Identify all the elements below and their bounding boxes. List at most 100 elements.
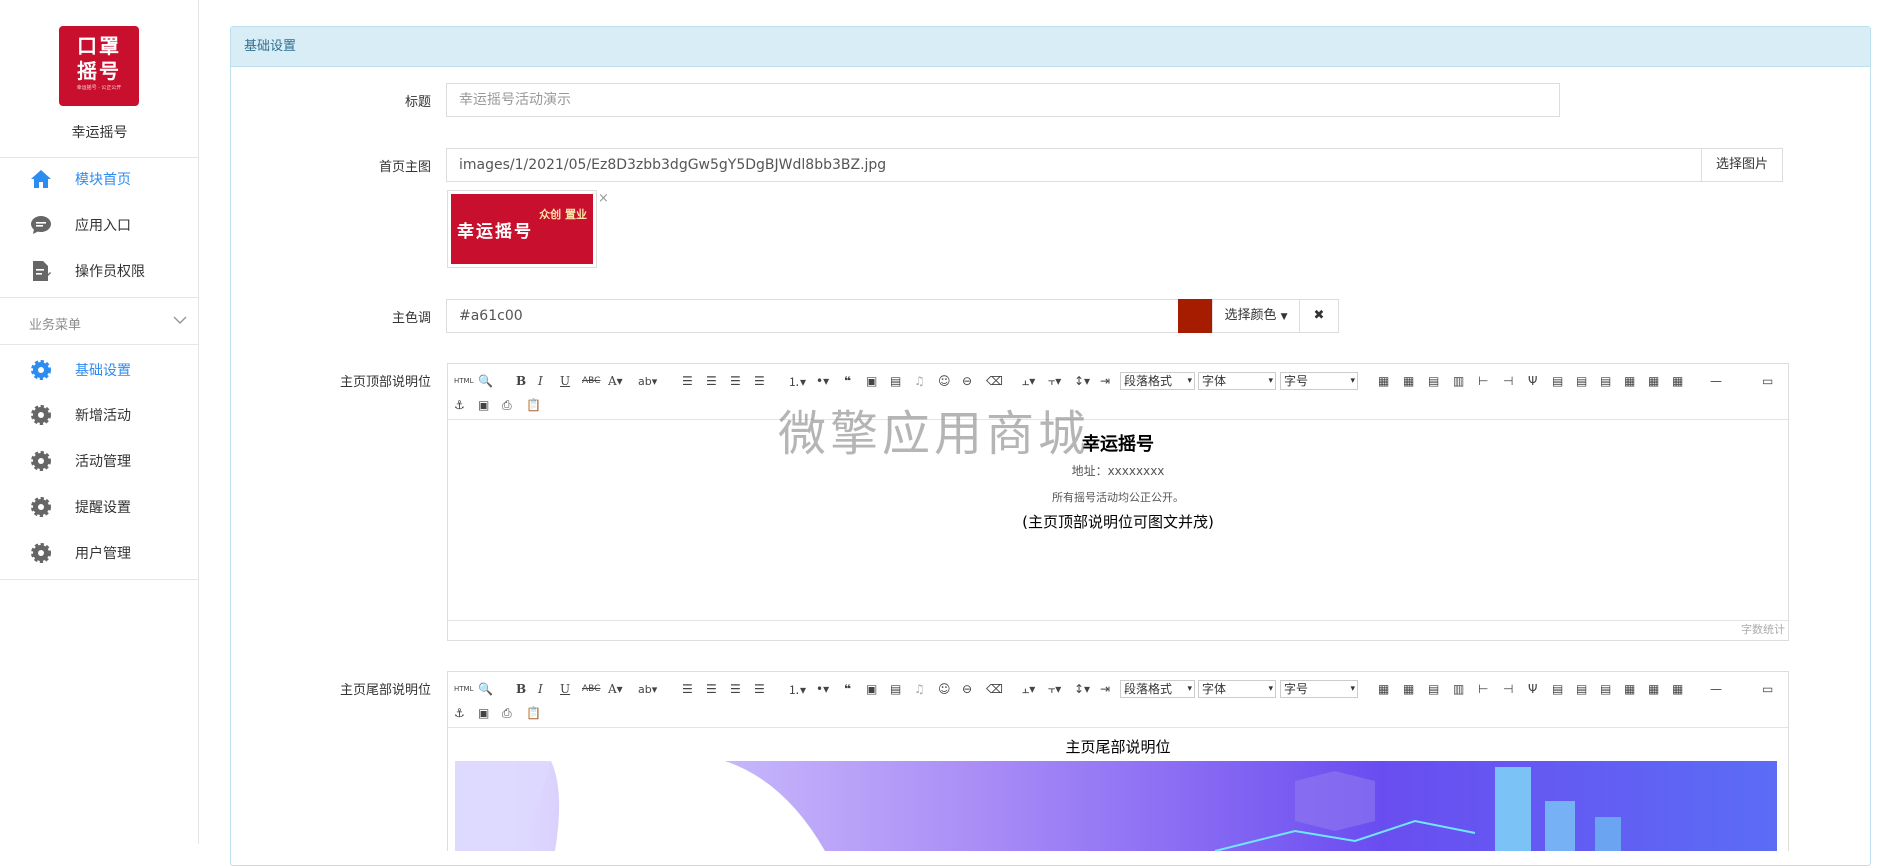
horizontal-rule-icon[interactable]: — <box>1710 679 1722 699</box>
bottom-description-editor[interactable]: HTML 🔍 B I U ABC A▾ ab▾ ☰ ☰ ☰ ☰ ⒈▾ •▾ ❝ … <box>447 671 1789 851</box>
top-description-editor[interactable]: HTML 🔍 B I U ABC A▾ ab▾ ☰ ☰ ☰ ☰ ⒈▾ •▾ ❝ … <box>447 363 1789 641</box>
row-spacing-top-icon[interactable]: ⫠▾ <box>1022 371 1035 391</box>
split-cols-icon[interactable]: ▦ <box>1672 371 1683 391</box>
delete-col-icon[interactable]: Ψ <box>1528 371 1537 391</box>
strikethrough-icon[interactable]: ABC <box>582 679 600 699</box>
choose-image-button[interactable]: 选择图片 <box>1701 148 1783 182</box>
sidebar-item-operator-permissions[interactable]: 操作员权限 <box>0 248 199 294</box>
bold-icon[interactable]: B <box>516 371 526 391</box>
font-color-icon[interactable]: A▾ <box>608 679 623 699</box>
image-icon[interactable]: ▣ <box>866 371 877 391</box>
sidebar-item-reminder-settings[interactable]: 提醒设置 <box>0 484 199 530</box>
line-height-icon[interactable]: ↕▾ <box>1074 371 1090 391</box>
fullscreen-icon[interactable]: ▭ <box>1762 679 1773 699</box>
color-input[interactable]: #a61c00 <box>446 299 1179 333</box>
row-spacing-bottom-icon[interactable]: ⫟▾ <box>1048 371 1061 391</box>
editor-content[interactable]: 幸运摇号 地址：xxxxxxxx 所有摇号活动均公正公开。 (主页顶部说明位可图… <box>448 420 1788 620</box>
horizontal-rule-icon[interactable]: — <box>1710 371 1722 391</box>
align-left-icon[interactable]: ☰ <box>682 679 693 699</box>
underline-icon[interactable]: U <box>560 371 570 391</box>
split-rows-icon[interactable]: ▦ <box>1648 371 1659 391</box>
sidebar-item-home[interactable]: 模块首页 <box>0 156 199 202</box>
row-spacing-bottom-icon[interactable]: ⫟▾ <box>1048 679 1061 699</box>
font-family-select[interactable]: 字体 <box>1198 680 1276 698</box>
print-icon[interactable]: ⎙ <box>502 395 512 415</box>
video-icon[interactable]: ▤ <box>890 679 901 699</box>
paragraph-format-select[interactable]: 段落格式 <box>1120 372 1195 390</box>
delete-row-icon[interactable]: ⊢ <box>1478 679 1488 699</box>
align-center-icon[interactable]: ☰ <box>706 679 717 699</box>
insert-row-icon[interactable]: ▥ <box>1453 679 1464 699</box>
sidebar-item-app-entry[interactable]: 应用入口 <box>0 202 199 248</box>
split-cells-icon[interactable]: ▦ <box>1624 679 1635 699</box>
italic-icon[interactable]: I <box>538 371 543 391</box>
blockquote-icon[interactable]: ❝ <box>844 679 851 699</box>
link-icon[interactable]: ⊖ <box>962 371 972 391</box>
table-icon[interactable]: ▦ <box>1378 371 1389 391</box>
merge-cells-icon[interactable]: ▤ <box>1552 371 1563 391</box>
chevron-down-icon[interactable] <box>173 313 187 329</box>
split-rows-icon[interactable]: ▦ <box>1648 679 1659 699</box>
align-justify-icon[interactable]: ☰ <box>754 679 765 699</box>
highlight-icon[interactable]: ab▾ <box>638 679 657 699</box>
remove-image-icon[interactable]: × <box>598 191 609 206</box>
fullscreen-icon[interactable]: ▭ <box>1762 371 1773 391</box>
blockquote-icon[interactable]: ❝ <box>844 371 851 391</box>
link-icon[interactable]: ⊖ <box>962 679 972 699</box>
sidebar-item-user-management[interactable]: 用户管理 <box>0 530 199 576</box>
table-caption-icon[interactable]: ▤ <box>1428 371 1439 391</box>
font-family-select[interactable]: 字体 <box>1198 372 1276 390</box>
align-justify-icon[interactable]: ☰ <box>754 371 765 391</box>
print-icon[interactable]: ⎙ <box>502 703 512 723</box>
font-size-select[interactable]: 字号 <box>1280 680 1358 698</box>
video-icon[interactable]: ▤ <box>890 371 901 391</box>
merge-down-icon[interactable]: ▤ <box>1600 679 1611 699</box>
table-caption-icon[interactable]: ▤ <box>1428 679 1439 699</box>
indent-icon[interactable]: ⇥ <box>1100 371 1110 391</box>
split-cells-icon[interactable]: ▦ <box>1624 371 1635 391</box>
italic-icon[interactable]: I <box>538 679 543 699</box>
delete-row-icon[interactable]: ⊢ <box>1478 371 1488 391</box>
merge-right-icon[interactable]: ▤ <box>1576 679 1587 699</box>
align-center-icon[interactable]: ☰ <box>706 371 717 391</box>
preview-icon[interactable]: 🔍 <box>478 371 493 391</box>
template-icon[interactable]: ▣ <box>478 703 489 723</box>
highlight-icon[interactable]: ab▾ <box>638 371 657 391</box>
music-icon[interactable]: ♫ <box>914 679 925 699</box>
align-right-icon[interactable]: ☰ <box>730 679 741 699</box>
table-icon[interactable]: ▦ <box>1378 679 1389 699</box>
ordered-list-icon[interactable]: ⒈▾ <box>788 679 806 699</box>
sidebar-item-basic-settings[interactable]: 基础设置 <box>0 347 199 393</box>
eraser-icon[interactable]: ⌫ <box>986 679 1003 699</box>
table-insert-icon[interactable]: ▦ <box>1403 371 1414 391</box>
anchor-icon[interactable]: ⚓ <box>454 395 465 415</box>
editor-content[interactable]: 主页尾部说明位 <box>448 728 1788 851</box>
strikethrough-icon[interactable]: ABC <box>582 371 600 391</box>
paragraph-format-select[interactable]: 段落格式 <box>1120 680 1195 698</box>
emoji-icon[interactable]: ☺ <box>938 371 951 391</box>
unordered-list-icon[interactable]: •▾ <box>816 371 829 391</box>
split-cols-icon[interactable]: ▦ <box>1672 679 1683 699</box>
html-source-icon[interactable]: HTML <box>454 371 473 391</box>
html-source-icon[interactable]: HTML <box>454 679 473 699</box>
paste-icon[interactable]: 📋 <box>526 703 541 723</box>
clear-color-button[interactable]: ✖ <box>1299 299 1339 333</box>
music-icon[interactable]: ♫ <box>914 371 925 391</box>
image-path-input[interactable]: images/1/2021/05/Ez8D3zbb3dgGw5gY5DgBJWd… <box>446 148 1702 182</box>
title-input[interactable]: 幸运摇号活动演示 <box>446 83 1560 117</box>
merge-down-icon[interactable]: ▤ <box>1600 371 1611 391</box>
bold-icon[interactable]: B <box>516 679 526 699</box>
preview-icon[interactable]: 🔍 <box>478 679 493 699</box>
line-height-icon[interactable]: ↕▾ <box>1074 679 1090 699</box>
insert-col-icon[interactable]: ⊣ <box>1503 679 1513 699</box>
underline-icon[interactable]: U <box>560 679 570 699</box>
insert-row-icon[interactable]: ▥ <box>1453 371 1464 391</box>
row-spacing-top-icon[interactable]: ⫠▾ <box>1022 679 1035 699</box>
sidebar-item-new-activity[interactable]: 新增活动 <box>0 392 199 438</box>
choose-color-button[interactable]: 选择颜色 ▼ <box>1212 299 1300 333</box>
delete-col-icon[interactable]: Ψ <box>1528 679 1537 699</box>
merge-right-icon[interactable]: ▤ <box>1576 371 1587 391</box>
merge-cells-icon[interactable]: ▤ <box>1552 679 1563 699</box>
eraser-icon[interactable]: ⌫ <box>986 371 1003 391</box>
paste-icon[interactable]: 📋 <box>526 395 541 415</box>
